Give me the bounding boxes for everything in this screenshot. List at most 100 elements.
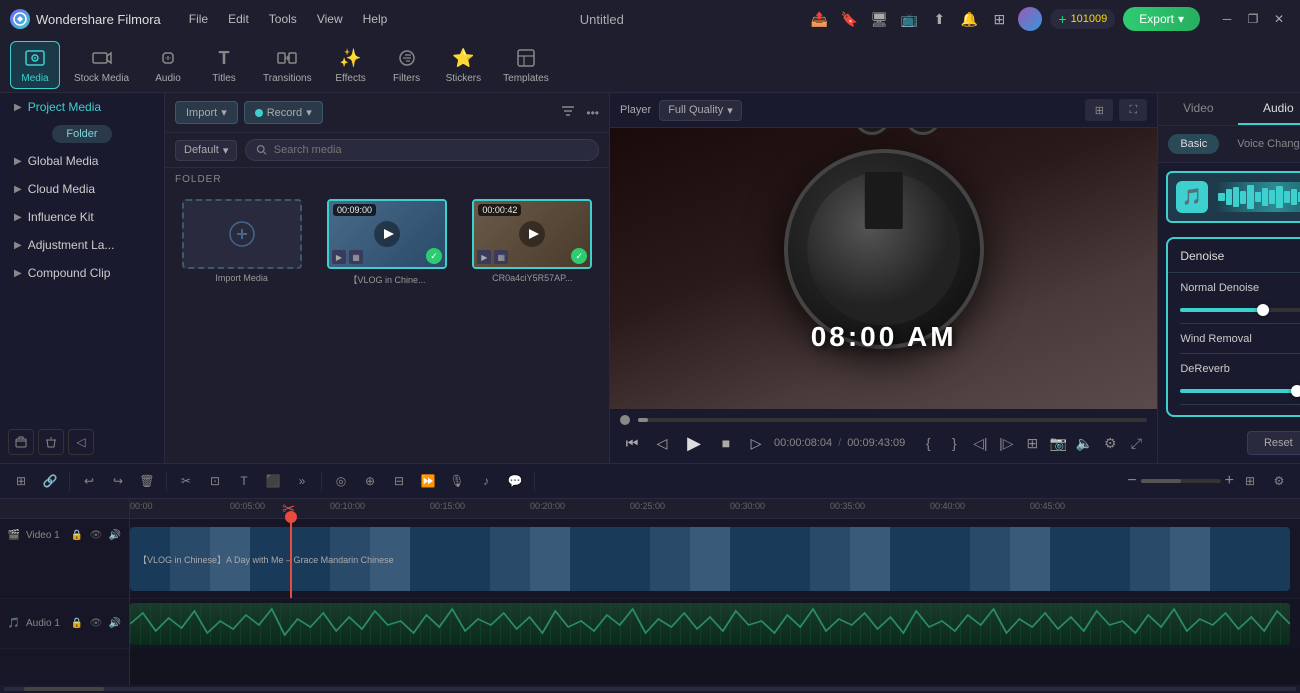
close-button[interactable]: ✕	[1268, 8, 1290, 30]
delete-folder-button[interactable]	[38, 429, 64, 455]
zoom-in-button[interactable]: +	[1225, 472, 1234, 490]
folder-chip[interactable]: Folder	[52, 125, 111, 143]
sidebar-item-adjustment[interactable]: ▶ Adjustment La...	[4, 232, 160, 258]
playhead[interactable]: ✂	[290, 519, 292, 598]
audio-track[interactable]	[130, 599, 1300, 649]
share-icon[interactable]: 📤	[808, 8, 830, 30]
search-box[interactable]	[245, 139, 599, 161]
redo-button[interactable]: ↪	[105, 468, 131, 494]
import-thumb[interactable]	[182, 199, 302, 269]
settings-icon[interactable]: ⚙	[1099, 432, 1121, 454]
tool-stickers[interactable]: ⭐ Stickers	[438, 42, 490, 88]
new-folder-button[interactable]	[8, 429, 34, 455]
filter-icon[interactable]	[560, 103, 576, 122]
menu-file[interactable]: File	[181, 8, 216, 30]
subtitle-button[interactable]: 💬	[502, 468, 528, 494]
record-button[interactable]: Record ▾	[244, 101, 323, 124]
snap-button[interactable]: ⊞	[8, 468, 34, 494]
volume-audio-icon[interactable]: 🔊	[107, 616, 123, 632]
collapse-button[interactable]: ◁	[68, 429, 94, 455]
bell-icon[interactable]: 🔔	[958, 8, 980, 30]
search-input[interactable]	[274, 144, 588, 156]
tool-titles[interactable]: T Titles	[199, 42, 249, 88]
resize-icon[interactable]: ⤢	[1125, 432, 1147, 454]
maximize-button[interactable]: ❐	[1242, 8, 1264, 30]
lock-audio-icon[interactable]: 🔒	[69, 616, 85, 632]
volume-video-icon[interactable]: 🔊	[107, 527, 123, 543]
menu-tools[interactable]: Tools	[261, 8, 305, 30]
ai-tool[interactable]: ◎	[328, 468, 354, 494]
import-media-item[interactable]: Import Media	[173, 199, 310, 286]
upload-icon[interactable]: ⬆	[928, 8, 950, 30]
tab-audio[interactable]: Audio	[1238, 93, 1300, 125]
media-item-vlog[interactable]: 00:09:00 ▶ ▦ ✓ 【VLOG in Chine...	[318, 199, 455, 286]
normal-denoise-slider[interactable]	[1180, 308, 1300, 312]
tool-stock[interactable]: Stock Media	[66, 42, 137, 88]
audio-tl-button[interactable]: ♪	[473, 468, 499, 494]
video-track[interactable]: ✂ 【VLOG in Chinese】A Day with Me – Grace…	[130, 519, 1300, 599]
more-options-icon[interactable]: •••	[586, 106, 599, 120]
play-button[interactable]: ▶	[680, 429, 708, 457]
tool-filters[interactable]: Filters	[382, 42, 432, 88]
crop-button[interactable]: ⊡	[202, 468, 228, 494]
grid-icon[interactable]: ⊞	[988, 8, 1010, 30]
text-button[interactable]: T	[231, 468, 257, 494]
avatar[interactable]	[1018, 7, 1042, 31]
timeline-tracks[interactable]: 00:00 00:05:00 00:10:00 00:15:00 00:20:0…	[130, 499, 1300, 685]
menu-edit[interactable]: Edit	[220, 8, 257, 30]
progress-bar[interactable]	[638, 418, 1147, 422]
subtab-basic[interactable]: Basic	[1168, 134, 1219, 154]
tool-templates[interactable]: Templates	[495, 42, 557, 88]
frame-back-button[interactable]: ◁	[650, 431, 674, 455]
eye-audio-icon[interactable]: 👁	[88, 616, 104, 632]
step-back-button[interactable]: ⏮	[620, 431, 644, 455]
de-reverb-slider[interactable]	[1180, 389, 1300, 393]
tool-effects[interactable]: ✨ Effects	[326, 42, 376, 88]
sidebar-item-global-media[interactable]: ▶ Global Media	[4, 148, 160, 174]
prev-marker-icon[interactable]: ◁|	[969, 432, 991, 454]
horizontal-scrollbar[interactable]	[0, 685, 1300, 693]
next-marker-icon[interactable]: |▷	[995, 432, 1017, 454]
fullscreen-icon[interactable]: ⛶	[1119, 99, 1147, 121]
speed-button[interactable]: ⏩	[415, 468, 441, 494]
scrollbar-thumb[interactable]	[24, 687, 104, 691]
mask-button[interactable]: ⊟	[386, 468, 412, 494]
menu-view[interactable]: View	[309, 8, 351, 30]
bookmark-icon[interactable]: 🔖	[838, 8, 860, 30]
lock-video-icon[interactable]: 🔒	[69, 527, 85, 543]
mark-out-icon[interactable]: }	[943, 432, 965, 454]
grid-view-icon[interactable]: ⊞	[1085, 99, 1113, 121]
default-select[interactable]: Default ▾	[175, 140, 237, 161]
export-button[interactable]: Export ▾	[1123, 7, 1200, 31]
progress-dot[interactable]	[620, 415, 630, 425]
eye-video-icon[interactable]: 👁	[88, 527, 104, 543]
player-quality-select[interactable]: Full Quality ▾	[659, 100, 742, 121]
more-tools[interactable]: »	[289, 468, 315, 494]
grid-layout-button[interactable]: ⊞	[1237, 468, 1263, 494]
tool-transitions[interactable]: Transitions	[255, 42, 320, 88]
menu-help[interactable]: Help	[355, 8, 396, 30]
zoom-slider[interactable]	[1141, 479, 1221, 483]
stop-button[interactable]: ■	[714, 431, 738, 455]
tab-video[interactable]: Video	[1158, 93, 1238, 125]
video-clip[interactable]: 【VLOG in Chinese】A Day with Me – Grace M…	[130, 527, 1290, 591]
sidebar-item-compound-clip[interactable]: ▶ Compound Clip	[4, 260, 160, 286]
reset-button[interactable]: Reset	[1247, 431, 1300, 455]
cut-button[interactable]: ✂	[173, 468, 199, 494]
scrollbar-track[interactable]	[4, 687, 1296, 691]
sidebar-item-cloud-media[interactable]: ▶ Cloud Media	[4, 176, 160, 202]
snapshot-icon[interactable]: 📷	[1047, 432, 1069, 454]
add-to-timeline-icon[interactable]: ⊞	[1021, 432, 1043, 454]
color-button[interactable]: ⬛	[260, 468, 286, 494]
import-button[interactable]: Import ▾	[175, 101, 238, 124]
settings-tl-button[interactable]: ⚙	[1266, 468, 1292, 494]
media-item-crop[interactable]: 00:00:42 ▶ ▦ ✓ CR0a4ciY5R57AP...	[464, 199, 601, 286]
frame-forward-button[interactable]: ▷	[744, 431, 768, 455]
scissors-icon[interactable]: ✂	[282, 499, 295, 519]
effects-tl-button[interactable]: ⊕	[357, 468, 383, 494]
mark-in-icon[interactable]: {	[917, 432, 939, 454]
tool-audio[interactable]: Audio	[143, 42, 193, 88]
sidebar-item-influence-kit[interactable]: ▶ Influence Kit	[4, 204, 160, 230]
link-button[interactable]: 🔗	[37, 468, 63, 494]
voice-button[interactable]: 🎙	[444, 468, 470, 494]
